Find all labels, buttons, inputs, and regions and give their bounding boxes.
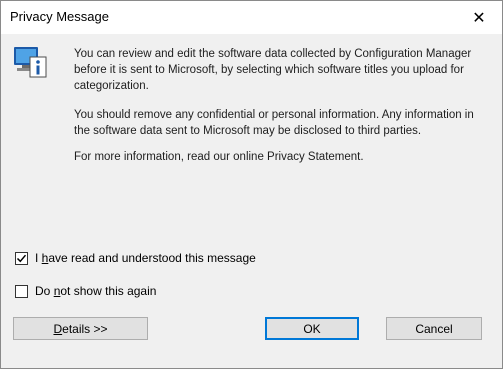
details-label: etails >> [62,321,108,336]
close-button[interactable]: ✕ [462,5,496,31]
checkbox-checked[interactable] [15,251,28,265]
label-prefix: Do [35,284,54,298]
checkmark-icon [16,254,27,262]
read-understood-checkbox[interactable]: I have read and understood this message [15,251,256,265]
window-title: Privacy Message [10,9,109,24]
do-not-show-label: Do not show this again [35,284,156,298]
label-prefix: I [35,251,42,265]
checkbox-unchecked[interactable] [15,284,28,298]
privacy-paragraph-statement: For more information, read our online Pr… [74,151,364,163]
label-rest: ot show this again [60,284,157,298]
label-rest: ave read and understood this message [48,251,256,265]
privacy-message-dialog: Privacy Message ✕ You can review and edi… [0,0,503,369]
details-access-key: D [53,321,63,336]
dialog-body: You can review and edit the software dat… [1,34,502,368]
do-not-show-checkbox[interactable]: Do not show this again [15,284,156,298]
title-bar[interactable]: Privacy Message ✕ [1,1,502,34]
computer-info-icon [14,47,47,78]
close-icon: ✕ [472,10,486,27]
ok-button[interactable]: OK [265,317,359,340]
details-button[interactable]: Details >> [13,317,148,340]
privacy-paragraph-remove-info: You should remove any confidential or pe… [74,109,474,137]
privacy-paragraph-review: You can review and edit the software dat… [74,48,472,92]
cancel-button[interactable]: Cancel [386,317,482,340]
read-understood-label: I have read and understood this message [35,251,256,265]
